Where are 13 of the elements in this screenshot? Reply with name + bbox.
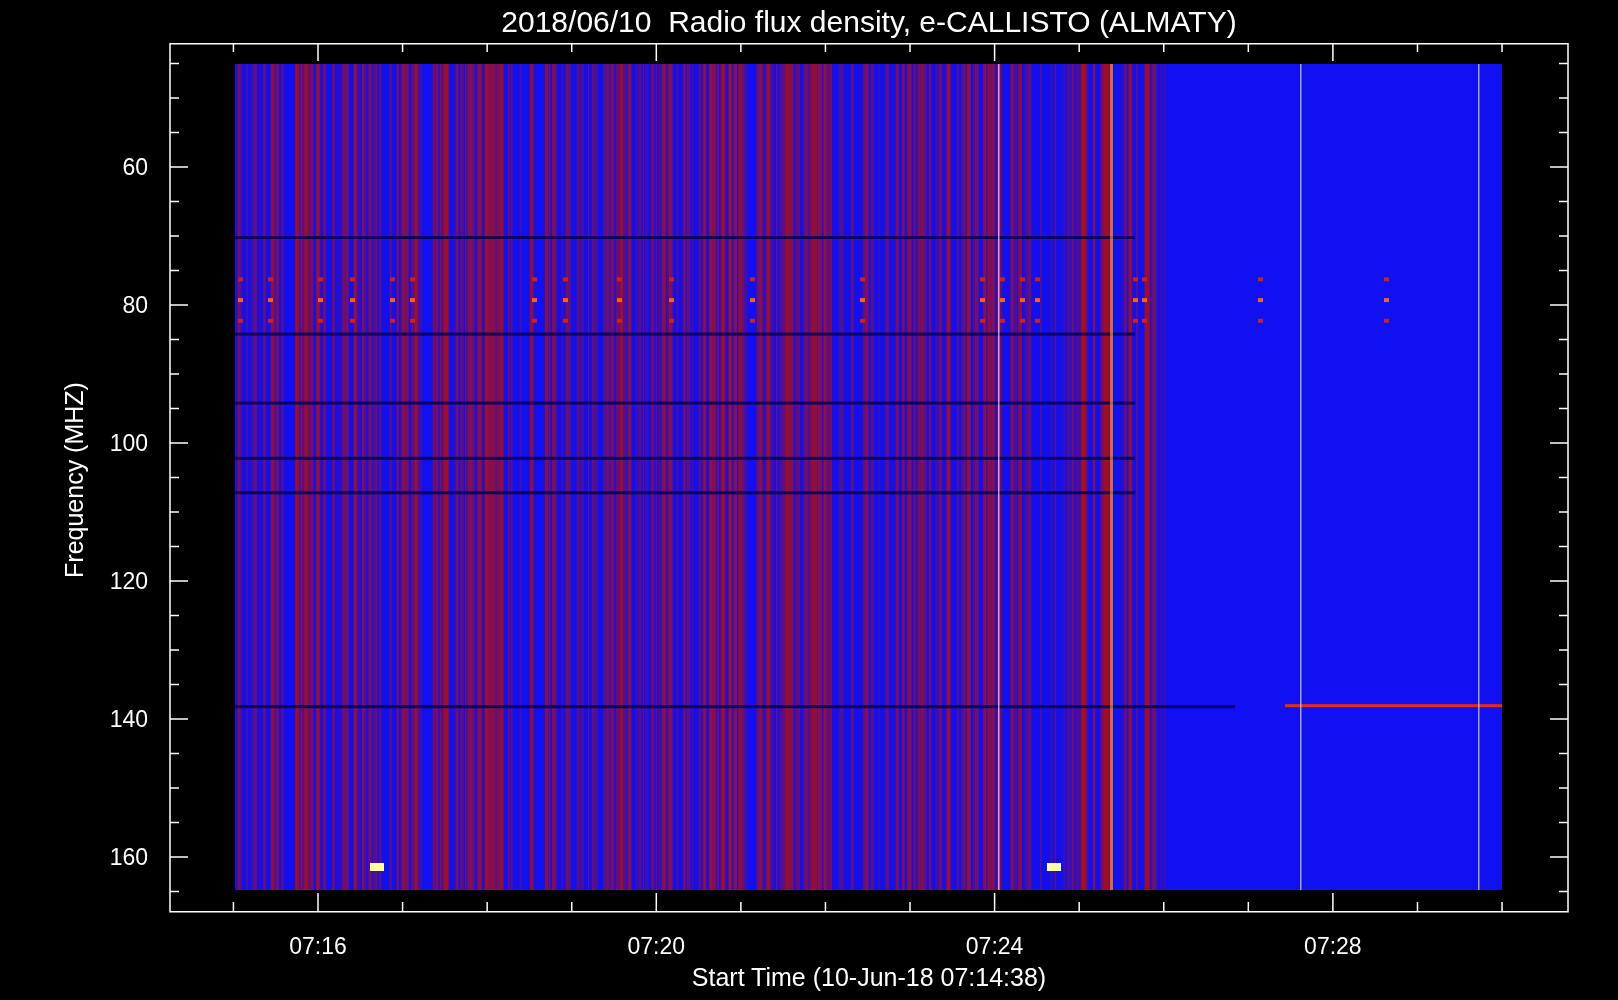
axis-title: Start Time (10-Jun-18 07:14:38) [691,963,1047,991]
tick-label: 07:20 [627,933,686,959]
tick-label: 160 [109,844,148,870]
tick-label: 60 [122,154,148,180]
tick-label: 07:16 [289,933,347,959]
tick-label: 140 [109,706,148,732]
tick-label: 07:28 [1304,933,1362,959]
chart-title: 2018/06/10 Radio flux density, e-CALLISTO (ALMATY) [501,3,1237,40]
tick-label: 80 [122,292,148,318]
tick-label: 07:24 [965,933,1024,959]
axis-title: Frequency (MHZ) [60,382,88,578]
tick-label: 120 [109,568,148,594]
tick-label: 100 [109,430,148,456]
